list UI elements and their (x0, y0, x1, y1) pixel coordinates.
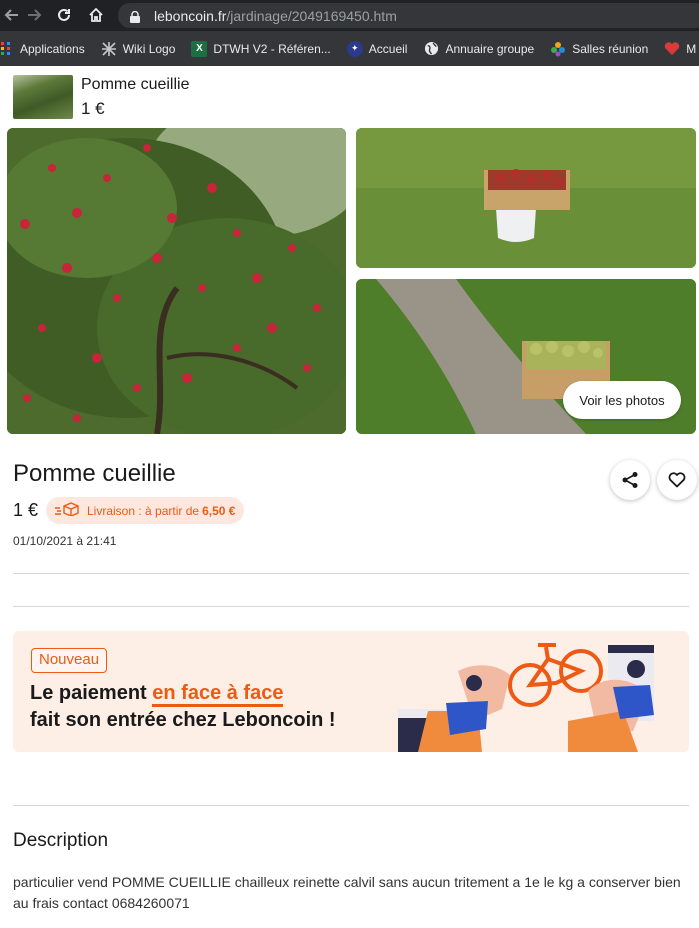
apps-grid-icon (0, 41, 14, 57)
excel-icon: X (191, 40, 208, 57)
bookmark-wiki-logo[interactable]: Wiki Logo (101, 41, 176, 57)
new-badge: Nouveau (31, 648, 108, 673)
share-icon (622, 472, 638, 488)
delivery-badge: Livraison : à partir de 6,50 € (46, 497, 245, 524)
accueil-icon: ✦ (346, 40, 363, 57)
apple-tree-illustration (7, 128, 346, 434)
home-icon[interactable] (84, 3, 108, 27)
heart-outline-icon (668, 472, 686, 488)
bookmark-label: Accueil (368, 41, 408, 56)
reload-icon[interactable] (52, 3, 76, 27)
bookmark-applications[interactable]: Applications (0, 41, 85, 57)
delivery-label: Livraison : à partir de (87, 503, 200, 518)
parcel-delivery-icon (54, 502, 80, 519)
lock-icon (130, 10, 140, 23)
photo-crate-on-grass[interactable] (356, 128, 696, 268)
see-photos-button[interactable]: Voir les photos (563, 381, 681, 419)
sticky-ad-header: Pomme cueillie 1 € (0, 66, 699, 128)
bookmark-annuaire[interactable]: Annuaire groupe (423, 41, 534, 57)
browser-toolbar: leboncoin.fr/jardinage/2049169450.htm (0, 0, 699, 31)
promo-prefix: Le paiement (30, 682, 153, 704)
bookmark-accueil[interactable]: ✦ Accueil (346, 40, 408, 57)
flower-icon (550, 41, 566, 57)
bookmark-label: Wiki Logo (122, 41, 176, 56)
bookmark-label: Applications (20, 41, 85, 56)
bookmark-label: M (686, 41, 697, 56)
sticky-title: Pomme cueillie (81, 76, 190, 93)
bookmark-m[interactable]: M (664, 41, 696, 57)
bike-exchange-illustration (398, 643, 654, 752)
photo-apple-tree[interactable] (7, 128, 346, 434)
promo-headline-line2: fait son entrée chez Leboncoin ! (30, 709, 336, 731)
bookmark-dtwh[interactable]: X DTWH V2 - Référen... (191, 40, 331, 57)
address-bar[interactable]: leboncoin.fr/jardinage/2049169450.htm (118, 3, 699, 28)
delivery-amount: 6,50 € (202, 503, 236, 518)
share-button[interactable] (610, 460, 650, 500)
ad-title: Pomme cueillie (13, 460, 176, 487)
bookmark-label: Salles réunion (572, 41, 649, 56)
back-arrow-icon[interactable] (0, 3, 24, 27)
wiki-icon (101, 41, 117, 57)
favorite-button[interactable] (657, 460, 697, 500)
globe-icon (423, 41, 439, 57)
ad-price: 1 € (13, 500, 39, 520)
sticky-price: 1 € (81, 99, 105, 118)
url-text: leboncoin.fr/jardinage/2049169450.htm (154, 7, 397, 24)
promo-highlight: en face à face (152, 682, 284, 707)
bookmark-salles-reunion[interactable]: Salles réunion (550, 41, 648, 57)
promo-banner[interactable]: Nouveau Le paiement en face à face fait … (13, 631, 689, 752)
divider (13, 606, 689, 607)
divider (13, 573, 689, 574)
promo-headline-line1: Le paiement en face à face (30, 682, 284, 707)
heart-icon (664, 41, 680, 57)
ad-date: 01/10/2021 à 21:41 (13, 534, 117, 548)
bookmark-label: DTWH V2 - Référen... (213, 41, 331, 56)
bookmark-label: Annuaire groupe (445, 41, 535, 56)
crate-on-grass-illustration (356, 128, 696, 268)
description-title: Description (13, 830, 109, 851)
divider (13, 805, 689, 806)
bookmarks-bar: Applications Wiki Logo X DTWH V2 - Référ… (0, 31, 699, 66)
description-text: particulier vend POMME CUEILLIE chailleu… (13, 874, 681, 911)
forward-arrow-icon[interactable] (22, 3, 46, 27)
ad-thumbnail[interactable] (13, 75, 73, 119)
